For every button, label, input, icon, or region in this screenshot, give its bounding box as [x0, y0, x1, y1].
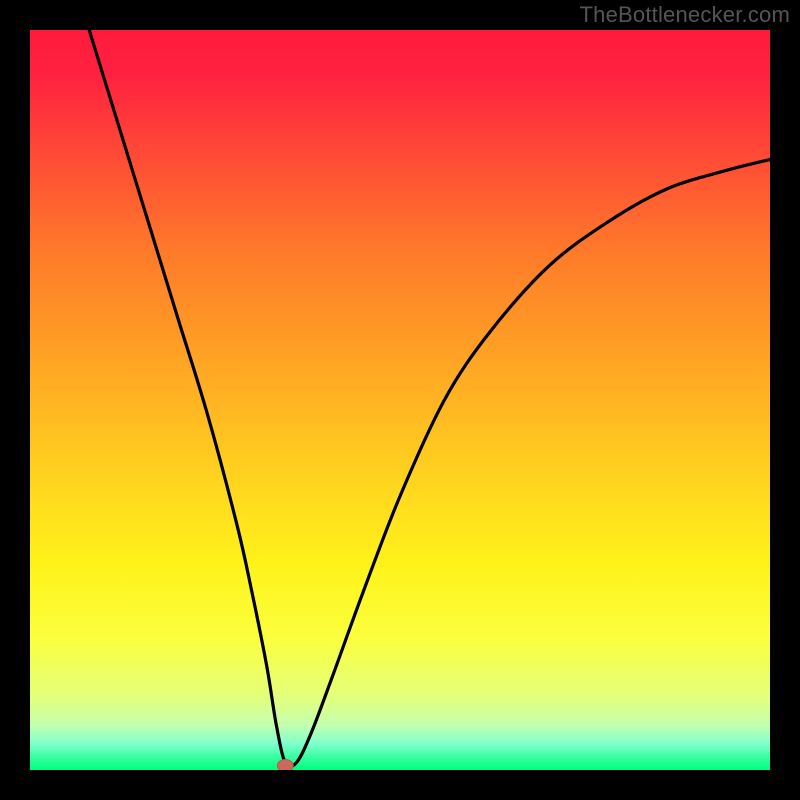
chart-frame: TheBottlenecker.com: [0, 0, 800, 800]
watermark-text: TheBottlenecker.com: [580, 2, 790, 28]
optimum-marker: [277, 760, 293, 770]
gradient-background: [30, 30, 770, 770]
plot-area: [30, 30, 770, 770]
plot-svg: [30, 30, 770, 770]
